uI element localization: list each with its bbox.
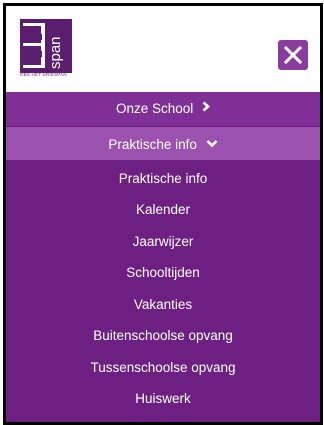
close-menu-button[interactable] — [278, 40, 308, 70]
submenu-item-tussenschoolse-opvang[interactable]: Tussenschoolse opvang — [6, 351, 320, 383]
submenu-item-schooltijden[interactable]: Schooltijden — [6, 257, 320, 289]
submenu-item-label: Tussenschoolse opvang — [90, 359, 236, 375]
submenu-item-kalender[interactable]: Kalender — [6, 194, 320, 226]
submenu-item-praktische-info[interactable]: Praktische info — [6, 162, 320, 194]
logo-mark-icon: span — [20, 19, 72, 73]
submenu-item-label: Vakanties — [133, 296, 193, 312]
submenu-praktische-info: Praktische info Kalender Jaarwijzer Scho… — [6, 160, 320, 414]
submenu-item-label: Huiswerk — [135, 391, 191, 407]
menu-item-label: Praktische info — [108, 136, 197, 152]
logo-tagline: OBS HET DRIESPAN — [20, 72, 67, 77]
header-bar: span OBS HET DRIESPAN — [6, 6, 320, 92]
submenu-item-label: Praktische info — [118, 170, 208, 186]
mobile-frame: span OBS HET DRIESPAN Onze School Prakti… — [3, 3, 323, 425]
submenu-item-label: Jaarwijzer — [132, 233, 194, 249]
submenu-item-label: Buitenschoolse opvang — [93, 328, 233, 344]
close-icon — [283, 45, 303, 65]
submenu-item-huiswerk[interactable]: Huiswerk — [6, 383, 320, 415]
chevron-down-icon — [206, 127, 218, 160]
menu-item-label: Onze School — [115, 101, 194, 117]
logo-wordmark: span — [47, 36, 64, 69]
navigation-menu: Onze School Praktische info Praktische i… — [6, 92, 320, 422]
submenu-item-label: Kalender — [135, 202, 191, 218]
chevron-right-icon — [202, 91, 210, 125]
submenu-item-jaarwijzer[interactable]: Jaarwijzer — [6, 225, 320, 257]
submenu-item-vakanties[interactable]: Vakanties — [6, 288, 320, 320]
submenu-item-buitenschoolse-opvang[interactable]: Buitenschoolse opvang — [6, 320, 320, 352]
menu-item-praktische-info[interactable]: Praktische info — [6, 127, 320, 160]
submenu-item-label: Schooltijden — [126, 265, 200, 281]
menu-item-onze-school[interactable]: Onze School — [6, 92, 320, 127]
